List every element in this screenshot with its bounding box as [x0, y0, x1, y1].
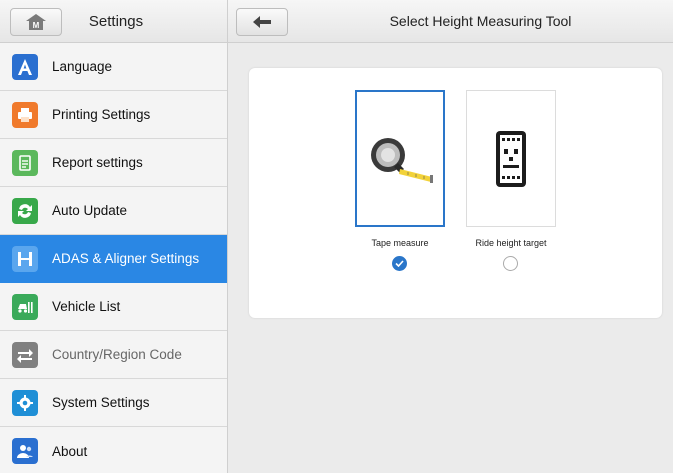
- tape-measure-radio[interactable]: [392, 256, 407, 271]
- vehicle-list-icon: [12, 293, 38, 320]
- page-header: Select Height Measuring Tool: [228, 0, 673, 43]
- sidebar-item-label: ADAS & Aligner Settings: [52, 251, 200, 266]
- sidebar-item-country-region-code[interactable]: Country/Region Code: [0, 331, 227, 379]
- sidebar-item-label: About: [52, 443, 88, 459]
- language-icon: [12, 53, 38, 80]
- back-arrow-icon: [253, 16, 271, 28]
- sidebar-item-label: Report settings: [52, 155, 143, 170]
- settings-title: Settings: [88, 13, 144, 30]
- sidebar-item-adas-aligner-settings[interactable]: ADAS & Aligner Settings: [0, 235, 227, 283]
- about-icon: [12, 438, 38, 464]
- ride-height-target-label: Ride height target: [475, 238, 547, 248]
- sidebar-item-system-settings[interactable]: System Settings: [0, 379, 227, 427]
- adas-icon: [12, 245, 38, 272]
- tape-measure-icon: [371, 137, 433, 183]
- tape-measure-label: Tape measure: [371, 238, 429, 248]
- sidebar-item-label: Printing Settings: [52, 107, 151, 122]
- ride-height-target-option[interactable]: [466, 90, 556, 227]
- tool-selection-card: Tape measure Ride height target: [249, 68, 662, 318]
- sidebar-item-label: Language: [52, 59, 113, 74]
- home-button[interactable]: M: [10, 8, 62, 36]
- svg-text:M: M: [33, 21, 40, 30]
- page-title: Select Height Measuring Tool: [389, 13, 572, 29]
- sidebar-item-vehicle-list[interactable]: Vehicle List: [0, 283, 227, 331]
- sidebar-item-label: Auto Update: [52, 203, 128, 218]
- printer-icon: [12, 101, 38, 128]
- sidebar-item-label: Vehicle List: [52, 299, 121, 314]
- settings-sidebar: Language Printing Settings Report settin…: [0, 43, 228, 473]
- system-settings-icon: [12, 389, 38, 416]
- report-icon: [12, 149, 38, 176]
- tape-measure-option[interactable]: [355, 90, 445, 227]
- sidebar-item-printing-settings[interactable]: Printing Settings: [0, 91, 227, 139]
- sidebar-item-auto-update[interactable]: Auto Update: [0, 187, 227, 235]
- sidebar-item-about[interactable]: About: [0, 427, 227, 473]
- sidebar-item-label: Country/Region Code: [52, 347, 182, 362]
- region-code-icon: [12, 341, 38, 368]
- sidebar-item-report-settings[interactable]: Report settings: [0, 139, 227, 187]
- home-icon: M: [26, 14, 46, 30]
- checkmark-icon: [395, 260, 404, 267]
- ride-height-target-icon: [496, 130, 526, 187]
- update-icon: [12, 197, 38, 224]
- sidebar-item-language[interactable]: Language: [0, 43, 227, 91]
- back-button[interactable]: [236, 8, 288, 36]
- ride-height-target-radio[interactable]: [503, 256, 518, 271]
- sidebar-item-label: System Settings: [52, 395, 150, 410]
- settings-header: M Settings: [0, 0, 228, 43]
